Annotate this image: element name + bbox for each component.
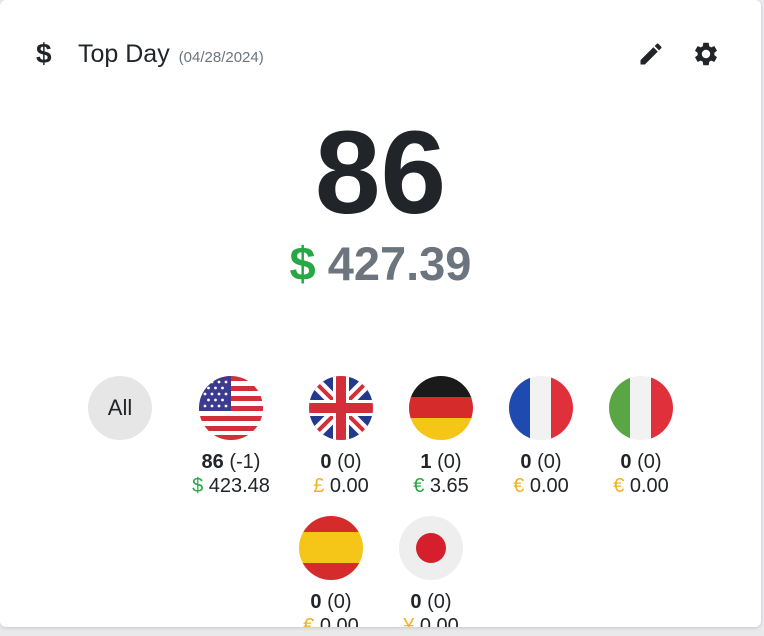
- total-amount: $427.39: [0, 236, 761, 292]
- pencil-icon[interactable]: [637, 40, 665, 68]
- country-count: 86 (-1): [201, 451, 261, 473]
- country-de: 1 (0) € 3.65: [386, 376, 496, 498]
- japan-flag-icon[interactable]: [399, 516, 463, 580]
- country-amount: £ 0.00: [313, 475, 369, 497]
- country-count: 0 (0): [310, 591, 352, 613]
- country-amount: ¥ 0.00: [403, 615, 459, 627]
- currency-symbol: $: [289, 237, 316, 290]
- country-count: 0 (0): [410, 591, 452, 613]
- title-date: (04/28/2024): [178, 49, 264, 66]
- italy-flag-icon[interactable]: [609, 376, 673, 440]
- country-uk: 0 (0) £ 0.00: [286, 376, 396, 498]
- country-us: 86 (-1) $ 423.48: [176, 376, 286, 498]
- gear-icon[interactable]: [692, 40, 720, 68]
- all-filter-button[interactable]: All: [88, 376, 152, 440]
- country-count: 0 (0): [520, 451, 562, 473]
- uk-flag-icon[interactable]: [309, 376, 373, 440]
- dollar-icon: $: [36, 38, 52, 69]
- country-count: 0 (0): [620, 451, 662, 473]
- country-amount: € 3.65: [413, 475, 469, 497]
- card-header: $ Top Day (04/28/2024): [36, 36, 726, 76]
- country-amount: $ 423.48: [192, 475, 270, 497]
- country-es: 0 (0) € 0.00: [276, 516, 386, 627]
- spain-flag-icon[interactable]: [299, 516, 363, 580]
- card-title: Top Day (04/28/2024): [78, 40, 264, 69]
- top-day-card: $ Top Day (04/28/2024) 86 $427.39 All 86…: [0, 0, 761, 627]
- country-amount: € 0.00: [513, 475, 569, 497]
- country-jp: 0 (0) ¥ 0.00: [376, 516, 486, 627]
- amount-value: 427.39: [327, 237, 472, 290]
- country-fr: 0 (0) € 0.00: [486, 376, 596, 498]
- title-text: Top Day: [78, 40, 170, 68]
- country-amount: € 0.00: [613, 475, 669, 497]
- total-count: 86: [314, 107, 447, 239]
- us-flag-icon[interactable]: [199, 376, 263, 440]
- france-flag-icon[interactable]: [509, 376, 573, 440]
- country-count: 0 (0): [320, 451, 362, 473]
- germany-flag-icon[interactable]: [409, 376, 473, 440]
- country-it: 0 (0) € 0.00: [586, 376, 696, 498]
- country-count: 1 (0): [420, 451, 462, 473]
- country-amount: € 0.00: [303, 615, 359, 627]
